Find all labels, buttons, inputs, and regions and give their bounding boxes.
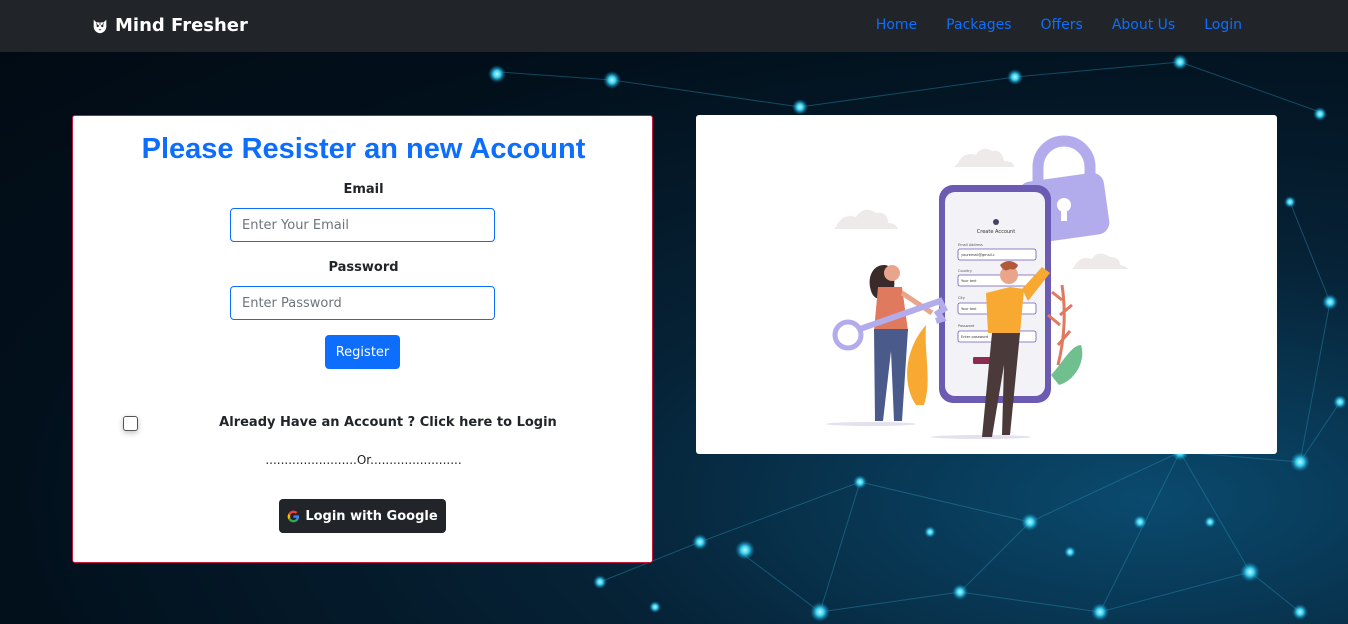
nav-home-link[interactable]: Home (876, 17, 917, 33)
brand-name: Mind Fresher (115, 15, 248, 36)
phone-field-label: Password (958, 324, 974, 328)
nav-offers-link[interactable]: Offers (1041, 17, 1083, 33)
nav-menu: Home Packages Offers About Us Login (847, 17, 1242, 33)
phone-field-value: Your text (961, 307, 977, 311)
woman-figure (832, 265, 948, 421)
phone-field-label: Email Address (958, 243, 983, 247)
cloud-icon (1072, 253, 1128, 269)
google-login-button[interactable]: Login with Google (279, 499, 446, 533)
password-input[interactable] (230, 286, 495, 320)
phone-field-label: Country (958, 269, 972, 273)
nav-about-link[interactable]: About Us (1112, 17, 1175, 33)
phone-field-value: youremail@gmail.c (961, 253, 995, 257)
brand-link[interactable]: Mind Fresher (91, 15, 248, 36)
login-prompt-link[interactable]: Already Have an Account ? Click here to … (73, 415, 703, 430)
password-label: Password (328, 260, 399, 275)
plant-icon (1047, 284, 1073, 366)
phone-field-value: Your text (961, 279, 977, 283)
register-card: Please Resister an new Account Email Pas… (72, 115, 653, 563)
or-divider: ........................Or..............… (265, 453, 462, 467)
phone-field-label: City (958, 296, 965, 300)
google-icon (287, 510, 300, 522)
phone-field-value: Enter password (961, 335, 988, 339)
cloud-icon (954, 148, 1014, 167)
plant-icon (907, 325, 928, 405)
google-button-label: Login with Google (305, 508, 438, 524)
plant-icon (1051, 345, 1083, 385)
phone-title: Create Account (977, 229, 1015, 235)
email-label: Email (343, 182, 384, 197)
create-account-illustration: Create Account Email Address youremail@g… (826, 135, 1128, 439)
register-button[interactable]: Register (325, 335, 400, 369)
cloud-icon (834, 209, 898, 229)
email-input[interactable] (230, 208, 495, 242)
nav-packages-link[interactable]: Packages (946, 17, 1011, 33)
nav-login-link[interactable]: Login (1204, 17, 1242, 33)
navbar: Mind Fresher Home Packages Offers About … (0, 0, 1348, 52)
illustration-card: Create Account Email Address youremail@g… (696, 115, 1277, 454)
tiger-icon (93, 19, 107, 33)
register-title: Please Resister an new Account (141, 133, 586, 165)
